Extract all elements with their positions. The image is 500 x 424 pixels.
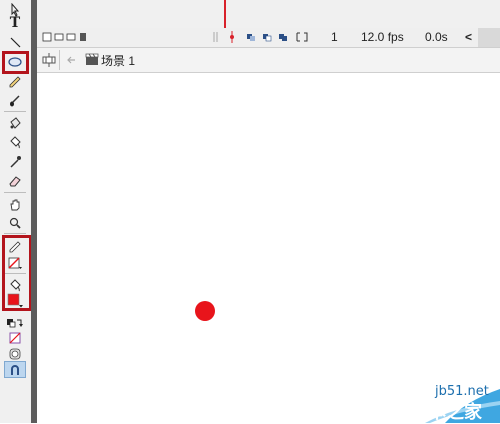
onion-skin-buttons[interactable] xyxy=(246,31,314,46)
object-drawing-icon[interactable] xyxy=(4,345,26,362)
timeline-area[interactable] xyxy=(37,0,500,29)
paint-bucket-icon[interactable] xyxy=(4,133,26,150)
text-icon[interactable]: T xyxy=(4,14,26,31)
brush-icon[interactable] xyxy=(4,92,26,109)
playhead-line[interactable] xyxy=(224,0,226,28)
snap-icon[interactable] xyxy=(4,361,26,378)
layer-buttons[interactable] xyxy=(42,31,90,46)
edit-bar-divider xyxy=(59,50,60,70)
current-frame: 1 xyxy=(331,30,338,44)
red-circle-shape[interactable] xyxy=(195,301,215,321)
hand-icon[interactable] xyxy=(4,196,26,213)
frame-rate[interactable]: 12.0 fps xyxy=(361,30,404,44)
zoom-icon[interactable] xyxy=(4,214,26,231)
tool-divider xyxy=(4,192,26,193)
clapperboard-icon xyxy=(85,53,99,71)
tool-divider xyxy=(4,233,26,234)
scene-nav-icon[interactable] xyxy=(41,52,57,73)
color-section-highlight xyxy=(2,235,32,311)
scroll-left-button[interactable]: < xyxy=(465,30,472,44)
playhead-marker-icon[interactable] xyxy=(228,31,236,46)
scene-label[interactable]: 场景 1 xyxy=(101,52,135,69)
horizontal-scrollbar[interactable] xyxy=(478,28,500,47)
watermark-name: 脚本之家 xyxy=(410,402,482,422)
back-arrow-icon[interactable] xyxy=(65,53,77,71)
oval-tool-highlight xyxy=(2,51,29,74)
elapsed-time: 0.0s xyxy=(425,30,448,44)
eraser-icon[interactable] xyxy=(4,172,26,189)
ink-bottle-icon[interactable] xyxy=(4,114,26,131)
panel-grip-icon xyxy=(213,31,219,46)
timeline-status-bar: 1 12.0 fps 0.0s < xyxy=(37,28,500,48)
line-icon[interactable] xyxy=(4,33,26,50)
tool-divider xyxy=(4,111,26,112)
edit-bar: 场景 1 xyxy=(37,48,500,73)
eyedropper-icon[interactable] xyxy=(4,153,26,170)
pencil-icon[interactable] xyxy=(4,73,26,90)
no-color-icon[interactable] xyxy=(4,329,26,346)
watermark-site: jb51.net xyxy=(435,384,489,399)
